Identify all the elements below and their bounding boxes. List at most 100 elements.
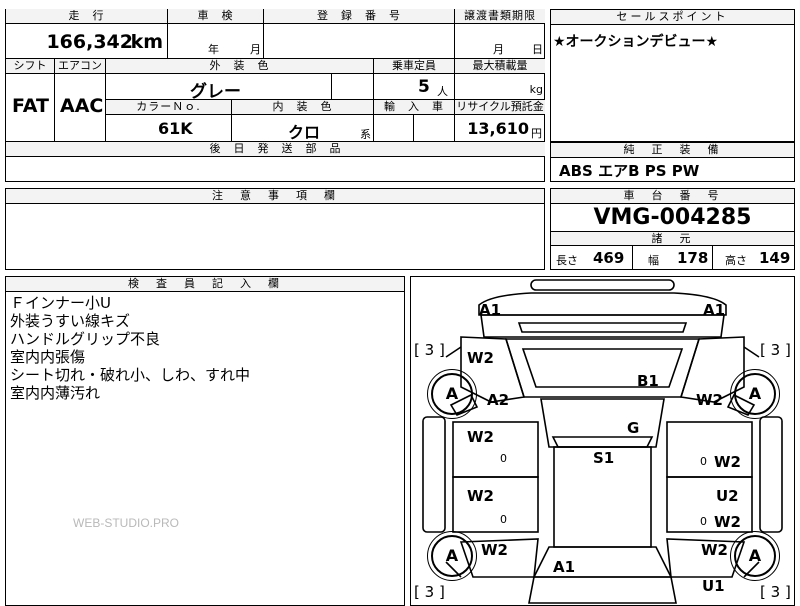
transfer-cell: 月 日: [455, 24, 545, 59]
tire-rear-left: A: [427, 531, 477, 581]
inspection-year: 年: [208, 43, 219, 56]
damage-mark: W2: [701, 541, 728, 559]
zero-mark: 0: [700, 515, 707, 528]
notes-panel: 注 意 事 項 欄: [5, 188, 545, 270]
ac-label: エアコン: [55, 59, 106, 74]
tire-rear-right: A: [730, 531, 780, 581]
capacity-label: 乗車定員: [374, 59, 455, 74]
interior-suffix: 系: [360, 128, 371, 141]
parts-label: 後 日 発 送 部 品: [6, 142, 545, 157]
damage-mark: B1: [637, 372, 659, 390]
interior-value: クロ: [288, 123, 321, 142]
vehicle-info-table: 走 行 車 検 登 録 番 号 譲渡書類期限 166,342 km 年 月 月 …: [5, 9, 545, 182]
damage-mark: U2: [716, 487, 739, 505]
import-cell-a: [374, 115, 414, 142]
tread-depth: [ 3 ]: [760, 583, 791, 601]
damage-mark: W2: [481, 541, 508, 559]
zero-mark: 0: [700, 455, 707, 468]
inspector-line: Ｆインナー小U: [10, 294, 111, 312]
inspector-line: シート切れ・破れ小、しわ、すれ中: [10, 366, 251, 384]
inspection-month: 月: [250, 43, 261, 56]
exterior-extra-cell: [332, 74, 374, 100]
capacity-unit: 人: [437, 85, 448, 98]
inspector-lines: Ｆインナー小U 外装うすい線キズ ハンドルグリップ不良 室内内張傷 シート切れ・…: [10, 294, 250, 402]
damage-mark: U1: [702, 577, 725, 595]
damage-mark: S1: [593, 449, 615, 467]
damage-mark: W2: [696, 391, 723, 409]
tire-grade: A: [445, 546, 459, 565]
spec-length-cell: 長さ 469: [551, 246, 633, 270]
shift-value: FAT: [12, 95, 49, 117]
ac-value: AAC: [60, 95, 104, 117]
recycle-value: 13,610: [467, 119, 529, 138]
registration-label: 登 録 番 号: [264, 9, 455, 24]
damage-mark: A2: [487, 391, 510, 409]
inspector-panel: 検 査 員 記 入 欄 Ｆインナー小U 外装うすい線キズ ハンドルグリップ不良 …: [5, 276, 405, 606]
inspector-label: 検 査 員 記 入 欄: [6, 277, 404, 292]
spec-height-value: 149: [759, 249, 791, 267]
damage-mark: G: [627, 419, 640, 437]
zero-mark: 0: [500, 452, 507, 465]
color-no-value: 61K: [158, 119, 193, 138]
spec-width-cell: 幅 178: [633, 246, 713, 270]
registration-cell: [264, 24, 455, 59]
recycle-cell: 13,610 円: [455, 115, 545, 142]
damage-mark: W2: [714, 453, 741, 471]
tread-depth: [ 3 ]: [414, 341, 445, 359]
mileage-unit: km: [130, 31, 163, 53]
equipment-value: ABS エアB PS PW: [559, 162, 700, 180]
equipment-panel: 純 正 装 備 ABS エアB PS PW: [550, 142, 795, 182]
notes-label: 注 意 事 項 欄: [6, 189, 544, 204]
tire-front-left: A: [427, 369, 477, 419]
car-diagram-panel: [ 3 ] [ 3 ] [ 3 ] [ 3 ] A A A A A1 A1 W2…: [410, 276, 795, 606]
tread-depth: [ 3 ]: [414, 583, 445, 601]
tire-grade: A: [445, 384, 459, 403]
sales-point-text: ★オークションデビュー★: [553, 34, 719, 50]
mileage-value: 166,342: [46, 31, 133, 53]
specs-label: 諸 元: [551, 231, 794, 246]
damage-mark: W2: [714, 513, 741, 531]
import-cell-b: [414, 115, 455, 142]
tire-grade: A: [748, 546, 762, 565]
chassis-panel: 車 台 番 号 VMG-004285 諸 元 長さ 469 幅 178 高さ 1…: [550, 188, 795, 270]
chassis-value: VMG-004285: [593, 205, 752, 230]
maxload-cell: kg: [455, 74, 545, 100]
transfer-label: 譲渡書類期限: [455, 9, 545, 24]
interior-cell: クロ 系: [232, 115, 374, 142]
recycle-unit: 円: [531, 127, 542, 140]
color-no-label: カラーＮｏ.: [106, 100, 232, 115]
inspection-label: 車 検: [168, 9, 264, 24]
tire-front-right: A: [730, 369, 780, 419]
ac-cell: AAC: [55, 74, 106, 142]
chassis-label: 車 台 番 号: [551, 189, 794, 204]
maxload-label: 最大積載量: [455, 59, 545, 74]
tire-grade: A: [748, 384, 762, 403]
damage-mark: A1: [703, 301, 726, 319]
mileage-cell: 166,342 km: [6, 24, 168, 59]
exterior-cell: グレー: [106, 74, 332, 100]
equipment-label: 純 正 装 備: [551, 143, 794, 158]
capacity-cell: 5 人: [374, 74, 455, 100]
spec-width-label: 幅: [648, 254, 659, 267]
spec-width-value: 178: [677, 249, 709, 267]
sales-point-panel: セールスポイント ★オークションデビュー★: [550, 9, 795, 142]
inspector-line: ハンドルグリップ不良: [10, 330, 161, 348]
recycle-label: リサイクル預託金: [455, 100, 545, 115]
parts-cell: [6, 157, 545, 181]
import-label: 輸 入 車: [374, 100, 455, 115]
damage-mark: A1: [479, 301, 502, 319]
mileage-label: 走 行: [6, 9, 168, 24]
damage-mark: A1: [553, 558, 576, 576]
spec-length-label: 長さ: [556, 254, 578, 267]
spec-length-value: 469: [593, 249, 625, 267]
inspector-line: 外装うすい線キズ: [10, 312, 131, 330]
interior-label: 内 装 色: [232, 100, 374, 115]
inspection-cell: 年 月: [168, 24, 264, 59]
maxload-unit: kg: [529, 83, 543, 96]
zero-mark: 0: [500, 513, 507, 526]
exterior-value: グレー: [190, 82, 241, 100]
tread-depth-value: 3: [424, 341, 435, 359]
damage-mark: W2: [467, 428, 494, 446]
transfer-day: 日: [532, 43, 543, 56]
tread-depth-value: 3: [770, 583, 781, 601]
